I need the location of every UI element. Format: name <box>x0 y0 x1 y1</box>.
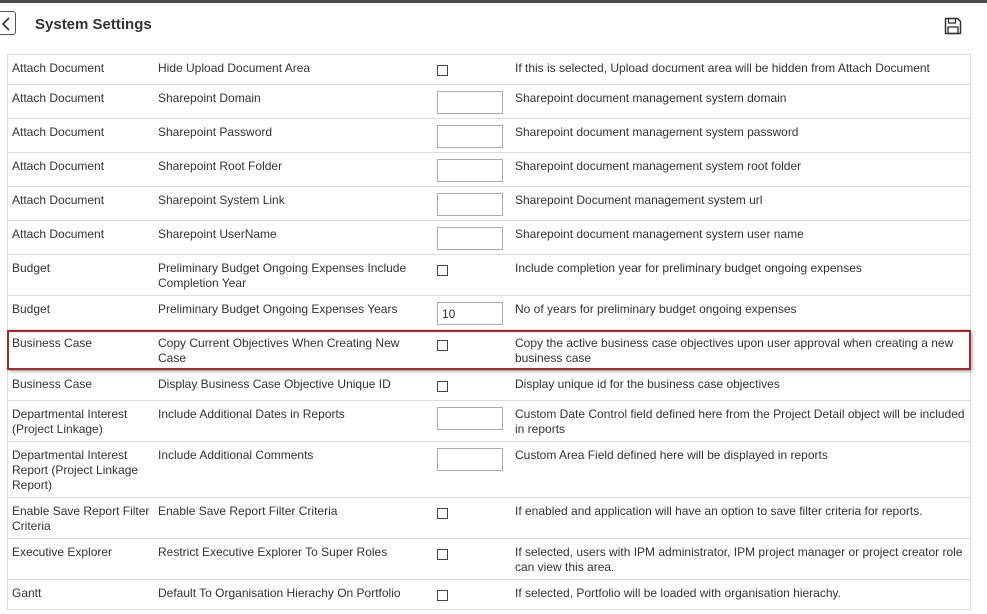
value-cell <box>431 370 511 401</box>
module-cell: Enable Save Report Filter Criteria <box>7 497 154 539</box>
setting-text-input[interactable] <box>437 407 503 430</box>
setting-text-input[interactable] <box>437 448 503 471</box>
module-cell: Attach Document <box>7 220 154 255</box>
page-title: System Settings <box>35 16 152 33</box>
table-row: Attach Document Hide Upload Document Area… <box>7 54 971 85</box>
setting-checkbox[interactable] <box>437 340 448 351</box>
setting-checkbox[interactable] <box>437 65 448 76</box>
setting-text-input[interactable] <box>437 125 503 148</box>
save-icon <box>944 17 962 35</box>
setting-name-cell: Sharepoint Password <box>154 118 431 153</box>
table-row: Departmental Interest (Project Linkage) I… <box>7 400 971 442</box>
setting-name-cell: Include Additional Comments <box>154 441 431 498</box>
setting-checkbox[interactable] <box>437 590 448 601</box>
value-cell <box>431 84 511 119</box>
setting-name-cell: Restrict Executive Explorer To Super Rol… <box>154 538 431 580</box>
module-cell: Business Case <box>7 370 154 401</box>
save-button[interactable] <box>943 16 963 36</box>
value-cell <box>431 441 511 498</box>
module-cell: Attach Document <box>7 54 154 85</box>
setting-name-cell: Preliminary Budget Ongoing Expenses Incl… <box>154 254 431 296</box>
setting-text-input[interactable] <box>437 193 503 216</box>
setting-text-input[interactable] <box>437 302 503 325</box>
module-cell: Departmental Interest Report (Project Li… <box>7 441 154 498</box>
setting-name-cell: Include Additional Dates in Reports <box>154 400 431 442</box>
setting-name-cell: Sharepoint System Link <box>154 186 431 221</box>
setting-name-cell: Default To Organisation Hierachy On Port… <box>154 579 431 610</box>
value-cell <box>431 254 511 296</box>
module-cell: Business Case <box>7 329 154 371</box>
value-cell <box>431 538 511 580</box>
value-cell <box>431 497 511 539</box>
table-row: Budget Preliminary Budget Ongoing Expense… <box>7 295 971 330</box>
table-row: Business Case Display Business Case Objec… <box>7 370 971 401</box>
description-cell: No of years for preliminary budget ongoi… <box>511 295 971 330</box>
setting-checkbox[interactable] <box>437 265 448 276</box>
value-cell <box>431 54 511 85</box>
page-header: System Settings <box>0 3 987 47</box>
value-cell <box>431 329 511 371</box>
module-cell: Gantt <box>7 579 154 610</box>
settings-table: Attach Document Hide Upload Document Area… <box>7 54 971 610</box>
table-row: Attach Document Sharepoint Root Folder Sha… <box>7 152 971 187</box>
setting-name-cell: Sharepoint Root Folder <box>154 152 431 187</box>
setting-checkbox[interactable] <box>437 508 448 519</box>
setting-checkbox[interactable] <box>437 381 448 392</box>
setting-name-cell: Copy Current Objectives When Creating Ne… <box>154 329 431 371</box>
value-cell <box>431 186 511 221</box>
module-cell: Budget <box>7 295 154 330</box>
setting-text-input[interactable] <box>437 159 503 182</box>
description-cell: Sharepoint document management system ro… <box>511 152 971 187</box>
module-cell: Executive Explorer <box>7 538 154 580</box>
table-row: Budget Preliminary Budget Ongoing Expense… <box>7 254 971 296</box>
description-cell: If this is selected, Upload document are… <box>511 54 971 85</box>
module-cell: Attach Document <box>7 118 154 153</box>
module-cell: Attach Document <box>7 84 154 119</box>
description-cell: If selected, Portfolio will be loaded wi… <box>511 579 971 610</box>
table-row: Business Case Copy Current Objectives Whe… <box>7 329 971 371</box>
module-cell: Budget <box>7 254 154 296</box>
chevron-left-icon <box>1 17 10 31</box>
value-cell <box>431 579 511 610</box>
value-cell <box>431 400 511 442</box>
table-row: Gantt Default To Organisation Hierachy On… <box>7 579 971 610</box>
description-cell: If selected, users with IPM administrato… <box>511 538 971 580</box>
module-cell: Attach Document <box>7 152 154 187</box>
value-cell <box>431 295 511 330</box>
setting-name-cell: Sharepoint Domain <box>154 84 431 119</box>
description-cell: Include completion year for preliminary … <box>511 254 971 296</box>
setting-checkbox[interactable] <box>437 549 448 560</box>
setting-name-cell: Preliminary Budget Ongoing Expenses Year… <box>154 295 431 330</box>
table-row: Attach Document Sharepoint Password Sharep… <box>7 118 971 153</box>
value-cell <box>431 152 511 187</box>
table-row: Enable Save Report Filter Criteria Enable… <box>7 497 971 539</box>
module-cell: Attach Document <box>7 186 154 221</box>
description-cell: Copy the active business case objectives… <box>511 329 971 371</box>
description-cell: If enabled and application will have an … <box>511 497 971 539</box>
setting-name-cell: Hide Upload Document Area <box>154 54 431 85</box>
setting-name-cell: Sharepoint UserName <box>154 220 431 255</box>
table-row: Departmental Interest Report (Project Li… <box>7 441 971 498</box>
value-cell <box>431 220 511 255</box>
table-row: Executive Explorer Restrict Executive Exp… <box>7 538 971 580</box>
description-cell: Custom Area Field defined here will be d… <box>511 441 971 498</box>
table-row: Attach Document Sharepoint System Link Sha… <box>7 186 971 221</box>
description-cell: Sharepoint Document management system ur… <box>511 186 971 221</box>
description-cell: Display unique id for the business case … <box>511 370 971 401</box>
description-cell: Sharepoint document management system pa… <box>511 118 971 153</box>
value-cell <box>431 118 511 153</box>
description-cell: Sharepoint document management system us… <box>511 220 971 255</box>
module-cell: Departmental Interest (Project Linkage) <box>7 400 154 442</box>
setting-text-input[interactable] <box>437 227 503 250</box>
setting-name-cell: Enable Save Report Filter Criteria <box>154 497 431 539</box>
table-row: Attach Document Sharepoint UserName Sharep… <box>7 220 971 255</box>
setting-name-cell: Display Business Case Objective Unique I… <box>154 370 431 401</box>
table-row: Attach Document Sharepoint Domain Sharepoi… <box>7 84 971 119</box>
back-button[interactable] <box>0 11 16 35</box>
description-cell: Custom Date Control field defined here f… <box>511 400 971 442</box>
description-cell: Sharepoint document management system do… <box>511 84 971 119</box>
setting-text-input[interactable] <box>437 91 503 114</box>
